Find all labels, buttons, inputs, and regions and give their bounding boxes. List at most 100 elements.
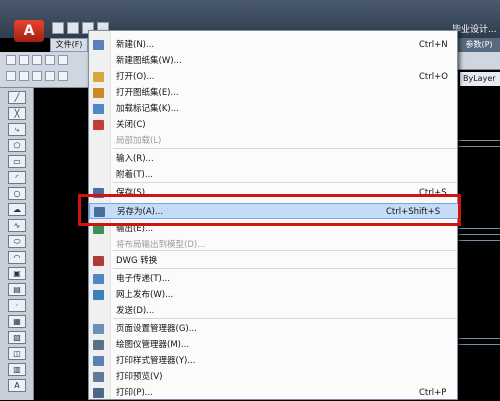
- menu-item-shortcut: Ctrl+Shift+S: [386, 207, 441, 217]
- polyline-icon[interactable]: ⤷: [8, 123, 26, 136]
- menu-item[interactable]: 新建图纸集(W)...: [89, 53, 459, 69]
- markup-icon: [93, 104, 104, 114]
- application-menu-button[interactable]: A: [14, 20, 44, 42]
- menu-item-label: 加载标记集(K)...: [116, 104, 179, 114]
- menu-item[interactable]: 打印预览(V): [89, 369, 459, 385]
- table-icon[interactable]: ▥: [8, 363, 26, 376]
- etransmit-icon: [93, 274, 104, 284]
- menu-item[interactable]: 绘图仪管理器(M)...: [89, 337, 459, 353]
- menu-item-label: 保存(S): [116, 188, 146, 198]
- menu-item[interactable]: 关闭(C): [89, 117, 459, 133]
- menu-item[interactable]: 另存为(A)... Ctrl+Shift+S: [89, 203, 459, 219]
- menu-item-label: 将布局输出到模型(D)...: [116, 240, 206, 250]
- draw-tools-palette: ╱ ╳ ⤷ ⬠ ▭ ◜ ○ ☁ ∿ ⬭ ◠ ▣ ▤ · ▦ ▧ ◫ ▥ A: [0, 88, 34, 400]
- publish-web-icon: [93, 290, 104, 300]
- menu-item: 局部加载(L): [89, 133, 459, 149]
- point-icon[interactable]: ·: [8, 299, 26, 312]
- sun-icon[interactable]: [32, 71, 42, 81]
- menu-item-label: 打印预览(V): [116, 372, 163, 382]
- menu-item-shortcut: Ctrl+S: [419, 188, 447, 198]
- drawing-canvas[interactable]: [458, 88, 500, 400]
- construction-line-icon[interactable]: ╳: [8, 107, 26, 120]
- menu-item-shortcut: Ctrl+P: [419, 388, 447, 398]
- open-sheetset-icon: [93, 88, 104, 98]
- menu-item[interactable]: 输出(E)...: [89, 221, 459, 237]
- menu-item-label: 电子传递(T)...: [116, 274, 170, 284]
- menu-item-label: 打开(O)...: [116, 72, 155, 82]
- menu-item-label: 输入(R)...: [116, 154, 154, 164]
- region-icon[interactable]: ◫: [8, 347, 26, 360]
- menu-item[interactable]: DWG 转换: [89, 253, 459, 269]
- polygon-icon[interactable]: ⬠: [8, 139, 26, 152]
- menu-item[interactable]: 新建(N)... Ctrl+N: [89, 37, 459, 53]
- hatch-icon[interactable]: ▦: [8, 315, 26, 328]
- menu-item-label: 关闭(C): [116, 120, 146, 130]
- menu-item[interactable]: 保存(S) Ctrl+S: [89, 185, 459, 201]
- right-toolbar: [456, 52, 500, 70]
- menu-item[interactable]: 电子传递(T)...: [89, 271, 459, 287]
- menu-item-label: 局部加载(L): [116, 136, 162, 146]
- menu-item-shortcut: Ctrl+N: [419, 40, 448, 50]
- toolbar-icon[interactable]: [58, 55, 68, 65]
- menu-item-label: 页面设置管理器(G)...: [116, 324, 197, 334]
- new-file-icon: [93, 40, 104, 50]
- rectangle-icon[interactable]: ▭: [8, 155, 26, 168]
- menu-item[interactable]: 输入(R)...: [89, 151, 459, 167]
- insert-block-icon[interactable]: ▣: [8, 267, 26, 280]
- menu-item[interactable]: 发送(D)...: [89, 303, 459, 319]
- plot-style-icon: [93, 356, 104, 366]
- menu-item[interactable]: 网上发布(W)...: [89, 287, 459, 303]
- lightbulb-icon[interactable]: [19, 71, 29, 81]
- page-setup-icon: [93, 324, 104, 334]
- menu-item-label: 附着(T)...: [116, 170, 153, 180]
- application-dropdown-menu: 新建(N)... Ctrl+N 新建图纸集(W)... 打开(O)... Ctrl+O 打…: [88, 30, 459, 401]
- line-tool-icon[interactable]: ╱: [8, 91, 26, 104]
- menu-item-label: 新建(N)...: [116, 40, 155, 50]
- multiline-text-icon[interactable]: A: [8, 379, 26, 392]
- toolbar-icon[interactable]: [45, 55, 55, 65]
- spline-icon[interactable]: ∿: [8, 219, 26, 232]
- menu-item-label: 发送(D)...: [116, 306, 155, 316]
- revcloud-icon[interactable]: ☁: [8, 203, 26, 216]
- toolbar-icon[interactable]: [6, 55, 16, 65]
- menu-item[interactable]: 页面设置管理器(G)...: [89, 321, 459, 337]
- open-folder-icon: [93, 72, 104, 82]
- ellipse-icon[interactable]: ⬭: [8, 235, 26, 248]
- bylayer-dropdown[interactable]: ByLayer: [460, 72, 500, 86]
- toolbar-icon[interactable]: [32, 55, 42, 65]
- menu-item-label: 新建图纸集(W)...: [116, 56, 182, 66]
- menu-item[interactable]: 打开图纸集(E)...: [89, 85, 459, 101]
- save-icon: [93, 188, 104, 198]
- circle-icon[interactable]: ○: [8, 187, 26, 200]
- gradient-icon[interactable]: ▧: [8, 331, 26, 344]
- make-block-icon[interactable]: ▤: [8, 283, 26, 296]
- save-as-icon: [94, 207, 105, 217]
- print-preview-icon: [93, 372, 104, 382]
- qat-new-icon[interactable]: [52, 22, 64, 34]
- menu-item[interactable]: 打印样式管理器(Y)...: [89, 353, 459, 369]
- toolbar-icon[interactable]: [45, 71, 55, 81]
- menu-item-shortcut: Ctrl+O: [419, 72, 448, 82]
- dwg-convert-icon: [93, 256, 104, 266]
- menu-item-label: 输出(E)...: [116, 224, 154, 234]
- menu-item[interactable]: 加载标记集(K)...: [89, 101, 459, 117]
- qat-open-icon[interactable]: [67, 22, 79, 34]
- plotter-icon: [93, 340, 104, 350]
- menu-item-label: 打印(P)...: [116, 388, 153, 398]
- toolbar-icon[interactable]: [6, 71, 16, 81]
- menu-item-label: 打开图纸集(E)...: [116, 88, 179, 98]
- ellipse-arc-icon[interactable]: ◠: [8, 251, 26, 264]
- menu-item[interactable]: 打印(P)... Ctrl+P: [89, 385, 459, 401]
- menu-item-label: 打印样式管理器(Y)...: [116, 356, 196, 366]
- menu-item-label: 另存为(A)...: [117, 207, 164, 217]
- toolbar-icon[interactable]: [58, 71, 68, 81]
- menu-item-label: 绘图仪管理器(M)...: [116, 340, 190, 350]
- menu-item[interactable]: 附着(T)...: [89, 167, 459, 183]
- menu-item-label: DWG 转换: [116, 256, 158, 266]
- menu-item-label: 网上发布(W)...: [116, 290, 174, 300]
- toolbar-icon[interactable]: [19, 55, 29, 65]
- menu-item[interactable]: 打开(O)... Ctrl+O: [89, 69, 459, 85]
- file-menu-tab[interactable]: 文件(F): [50, 38, 88, 52]
- params-menu-tab[interactable]: 参数(P): [458, 38, 500, 52]
- arc-icon[interactable]: ◜: [8, 171, 26, 184]
